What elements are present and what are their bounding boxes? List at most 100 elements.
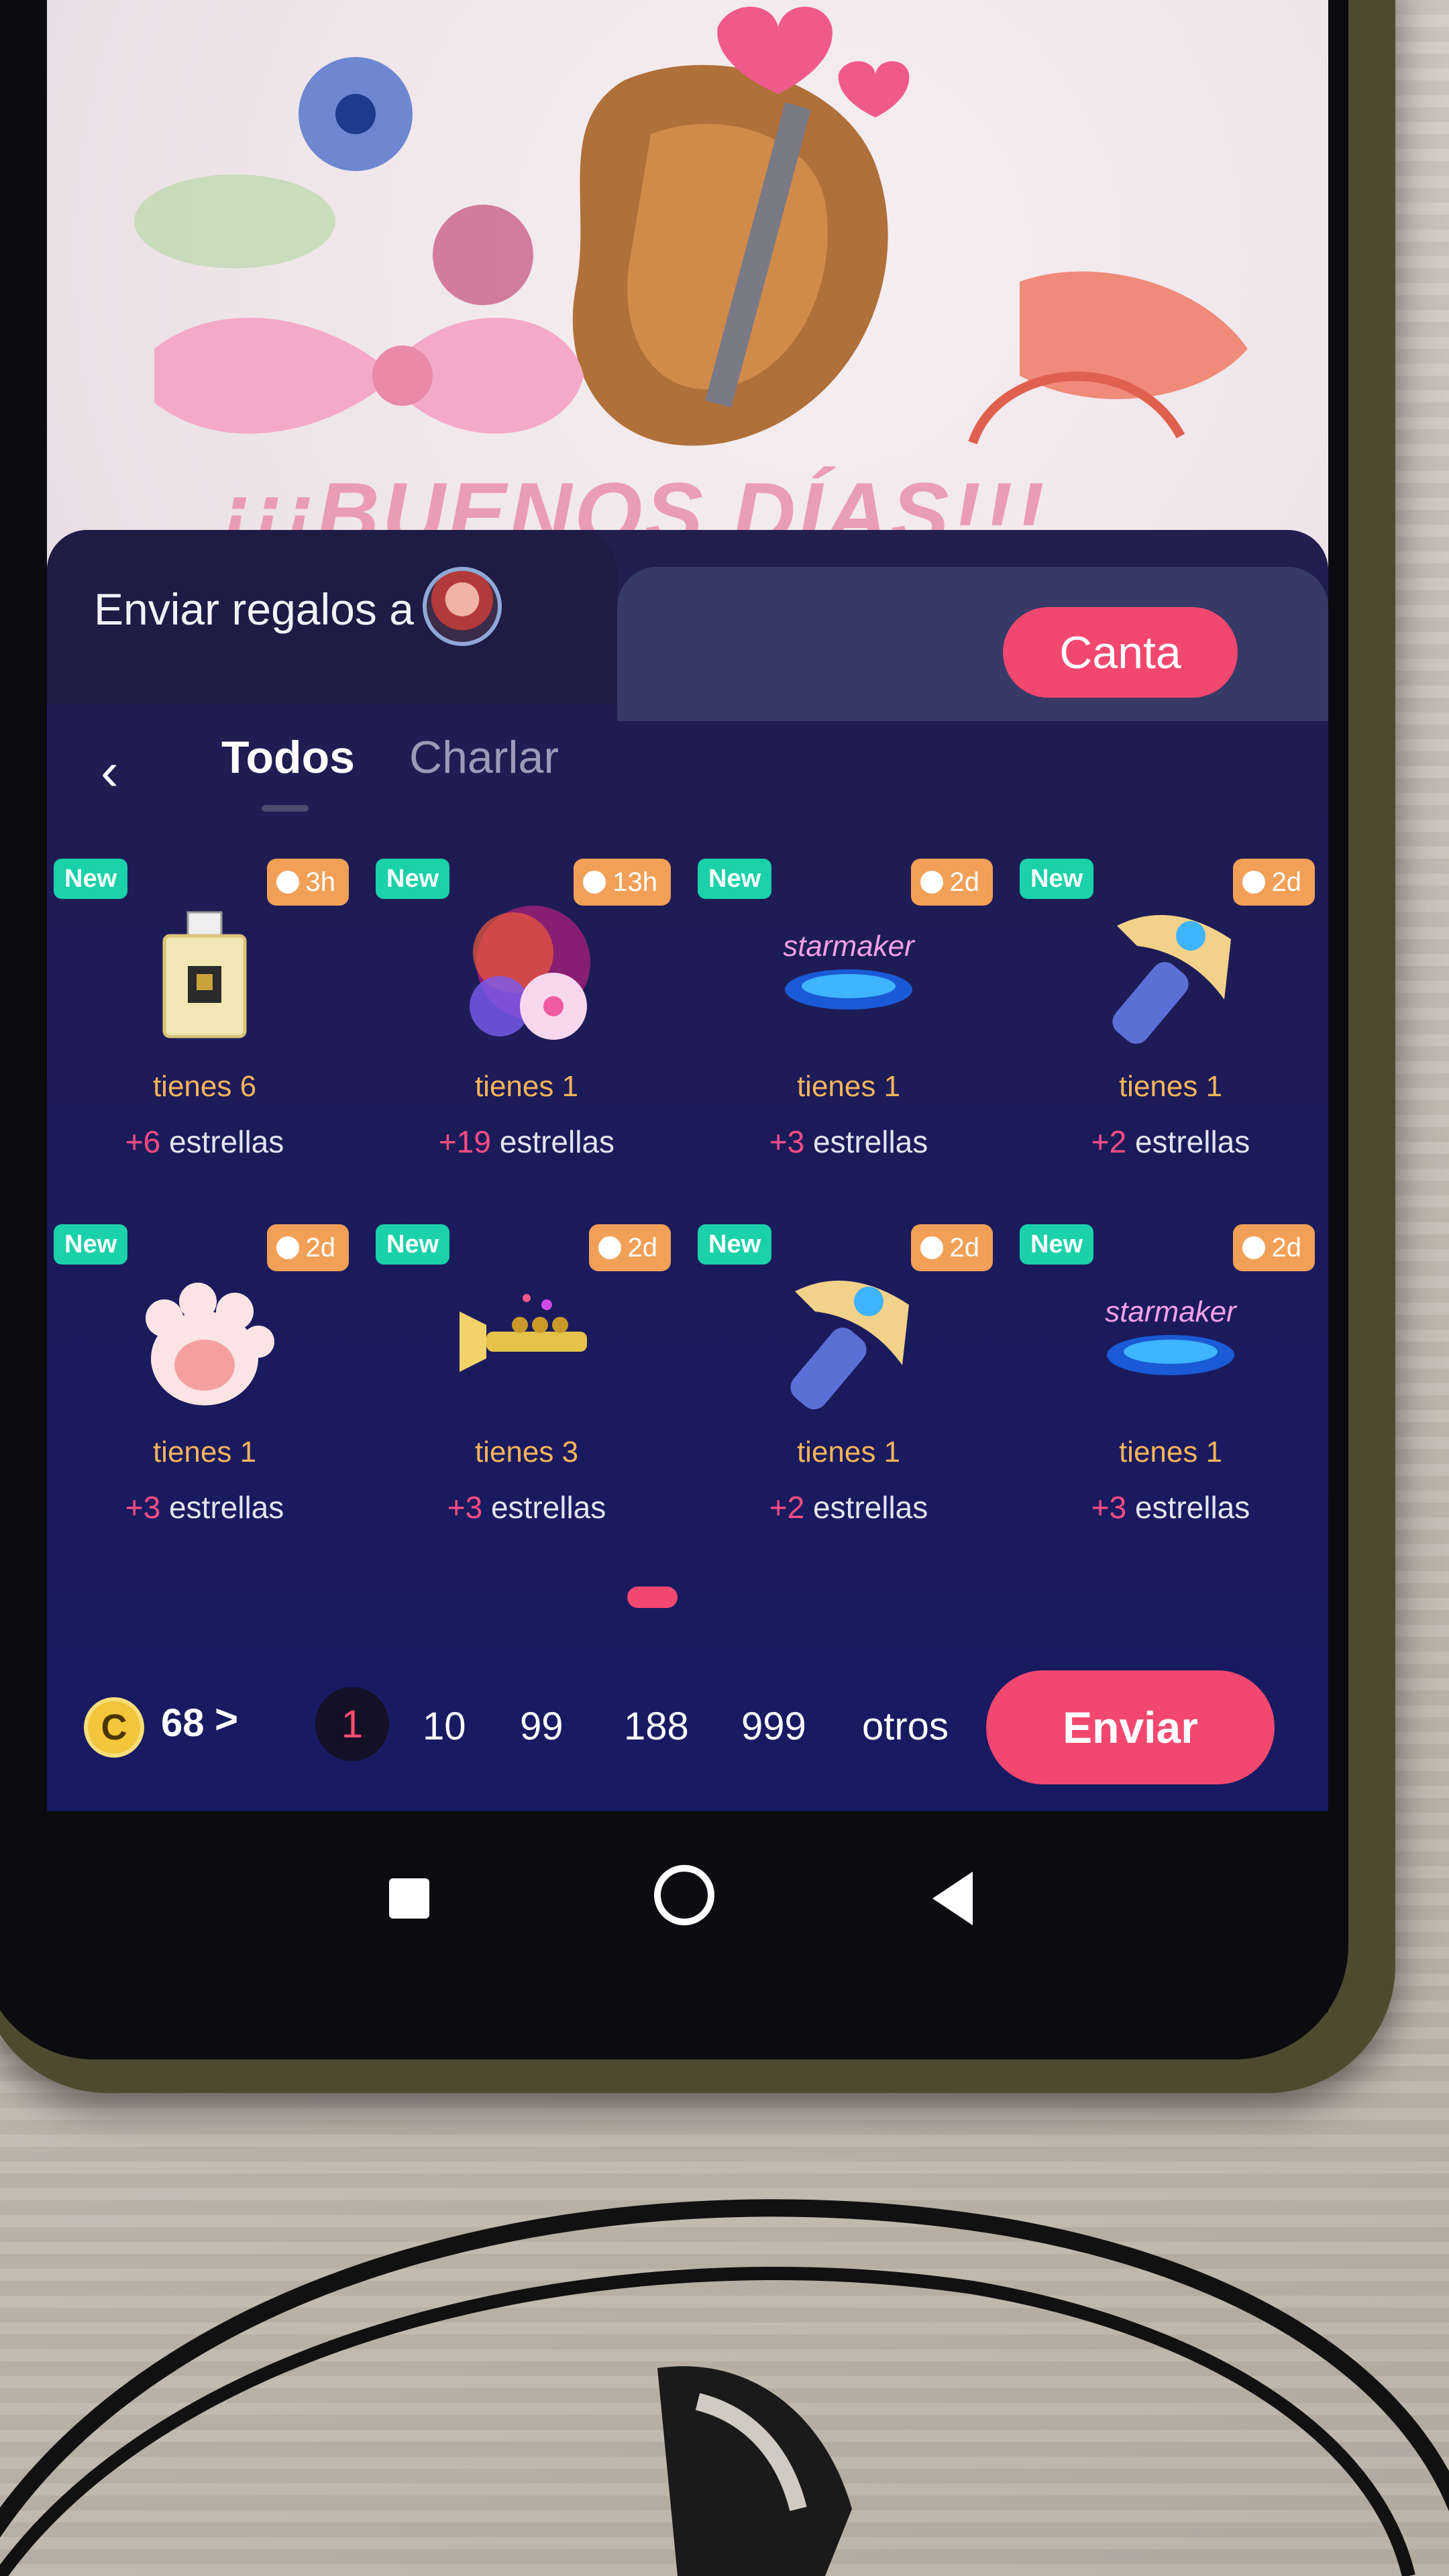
gift-item[interactable]: New 2d tienes 1 +3 estrellas <box>47 1224 362 1573</box>
stars-reward: +3 estrellas <box>369 1489 684 1525</box>
clock-icon <box>598 1236 621 1259</box>
gift-item[interactable]: New 2d starmaker tienes 1 +3 estrellas <box>691 859 1006 1208</box>
stars-plus: +3 <box>769 1124 805 1159</box>
pickaxe-icon <box>1112 915 1231 1044</box>
starmaker-stage-icon: starmaker <box>783 930 916 1010</box>
owned-count: tienes 1 <box>1118 1070 1223 1103</box>
stars-label: estrellas <box>1134 1490 1250 1525</box>
starmaker-stage-icon: starmaker <box>1105 1295 1238 1375</box>
send-bar: C 68 > 1 10 99 188 999 otros Enviar <box>47 1637 1328 1811</box>
new-badge: New <box>698 1224 772 1265</box>
gift-panel: Enviar regalos a Canta ‹ Todos Charlar N… <box>47 530 1328 1811</box>
stars-label: estrellas <box>1134 1124 1250 1159</box>
back-chevron-icon[interactable]: ‹ <box>101 731 154 812</box>
time-left: 2d <box>949 1232 980 1263</box>
stars-plus: +2 <box>769 1490 805 1525</box>
quantity-option-99[interactable]: 99 <box>520 1704 564 1749</box>
quantity-option-1[interactable]: 1 <box>315 1687 389 1761</box>
chevron-right-icon[interactable]: > <box>215 1696 238 1742</box>
stars-reward: +3 estrellas <box>1013 1489 1328 1525</box>
gift-item[interactable]: New 2d starmaker tienes 1 +3 estrellas <box>1013 1224 1328 1573</box>
quantity-option-999[interactable]: 999 <box>741 1704 806 1749</box>
stars-label: estrellas <box>812 1490 928 1525</box>
phone-screen: ¡¡¡BUENOS DÍAS!!! Enviar regalos a Canta… <box>47 0 1328 1811</box>
stars-reward: +2 estrellas <box>1013 1124 1328 1160</box>
quantity-option-188[interactable]: 188 <box>624 1704 689 1749</box>
owned-count: tienes 3 <box>474 1436 579 1468</box>
new-badge: New <box>1020 859 1094 899</box>
new-badge: New <box>376 859 450 899</box>
quantity-option-otros[interactable]: otros <box>862 1704 949 1749</box>
stars-label: estrellas <box>812 1124 928 1159</box>
stars-label: estrellas <box>499 1124 615 1159</box>
new-badge: New <box>54 859 128 899</box>
new-badge: New <box>376 1224 450 1265</box>
stars-reward: +2 estrellas <box>691 1489 1006 1525</box>
stars-plus: +3 <box>447 1490 483 1525</box>
new-badge: New <box>1020 1224 1094 1265</box>
stars-label: estrellas <box>168 1490 284 1525</box>
trumpet-icon <box>460 1294 587 1372</box>
back-triangle-icon[interactable] <box>932 1872 973 1925</box>
recents-square-icon[interactable] <box>389 1878 429 1919</box>
owned-count: tienes 1 <box>1118 1436 1223 1468</box>
tab-charlar[interactable]: Charlar <box>409 731 559 784</box>
recipient-avatar[interactable] <box>423 567 502 646</box>
starmaker-logo-text: starmaker <box>1105 1295 1238 1328</box>
page-indicator <box>627 1587 678 1608</box>
time-left: 2d <box>627 1232 658 1263</box>
stars-plus: +2 <box>1091 1124 1127 1159</box>
tab-todos[interactable]: Todos <box>221 731 355 784</box>
stars-reward: +6 estrellas <box>47 1124 362 1160</box>
send-gifts-to-label: Enviar regalos a <box>94 584 414 634</box>
owned-count: tienes 1 <box>474 1070 579 1103</box>
clock-icon <box>920 871 943 894</box>
time-left: 2d <box>1271 1232 1302 1263</box>
coin-icon: C <box>84 1697 144 1758</box>
owned-count: tienes 6 <box>152 1070 257 1103</box>
clock-icon <box>276 1236 299 1259</box>
canta-button[interactable]: Canta <box>1003 607 1238 698</box>
new-badge: New <box>54 1224 128 1265</box>
stars-label: estrellas <box>168 1124 284 1159</box>
paw-print-icon <box>146 1283 274 1405</box>
time-left: 2d <box>949 867 980 897</box>
stars-plus: +19 <box>438 1124 491 1159</box>
quantity-option-10[interactable]: 10 <box>423 1704 466 1749</box>
stars-reward: +19 estrellas <box>369 1124 684 1160</box>
perfume-bottle-icon <box>162 911 247 1038</box>
clock-icon <box>1242 1236 1265 1259</box>
time-left: 3h <box>305 867 336 897</box>
clock-icon <box>920 1236 943 1259</box>
owned-count: tienes 1 <box>796 1436 901 1468</box>
time-left: 2d <box>1271 867 1302 897</box>
gift-item[interactable]: New 2d tienes 3 +3 estrellas <box>369 1224 684 1573</box>
system-nav-bar <box>47 1811 1328 2012</box>
time-left: 2d <box>305 1232 336 1263</box>
send-button[interactable]: Enviar <box>986 1670 1275 1784</box>
table-printed-pattern <box>0 2199 1449 2576</box>
clock-icon <box>1242 871 1265 894</box>
stars-plus: +3 <box>125 1490 161 1525</box>
owned-count: tienes 1 <box>152 1436 257 1468</box>
stars-plus: +6 <box>125 1124 161 1159</box>
home-circle-icon[interactable] <box>654 1865 714 1925</box>
clock-icon <box>276 871 299 894</box>
tab-indicator <box>262 805 309 812</box>
coin-balance[interactable]: 68 <box>161 1701 205 1746</box>
gift-item[interactable]: New 3h tienes 6 +6 estrellas <box>47 859 362 1208</box>
stars-plus: +3 <box>1091 1490 1127 1525</box>
gift-item[interactable]: New 2d tienes 1 +2 estrellas <box>1013 859 1328 1208</box>
clock-icon <box>583 871 606 894</box>
pickaxe-icon <box>790 1281 909 1409</box>
gift-item[interactable]: New 2d tienes 1 +2 estrellas <box>691 1224 1006 1573</box>
owned-count: tienes 1 <box>796 1070 901 1103</box>
stars-label: estrellas <box>490 1490 606 1525</box>
fireworks-icon <box>470 906 590 1040</box>
stars-reward: +3 estrellas <box>47 1489 362 1525</box>
stars-reward: +3 estrellas <box>691 1124 1006 1160</box>
new-badge: New <box>698 859 772 899</box>
starmaker-logo-text: starmaker <box>783 930 916 963</box>
time-left: 13h <box>612 867 657 897</box>
gift-item[interactable]: New 13h tienes 1 +19 estrellas <box>369 859 684 1208</box>
